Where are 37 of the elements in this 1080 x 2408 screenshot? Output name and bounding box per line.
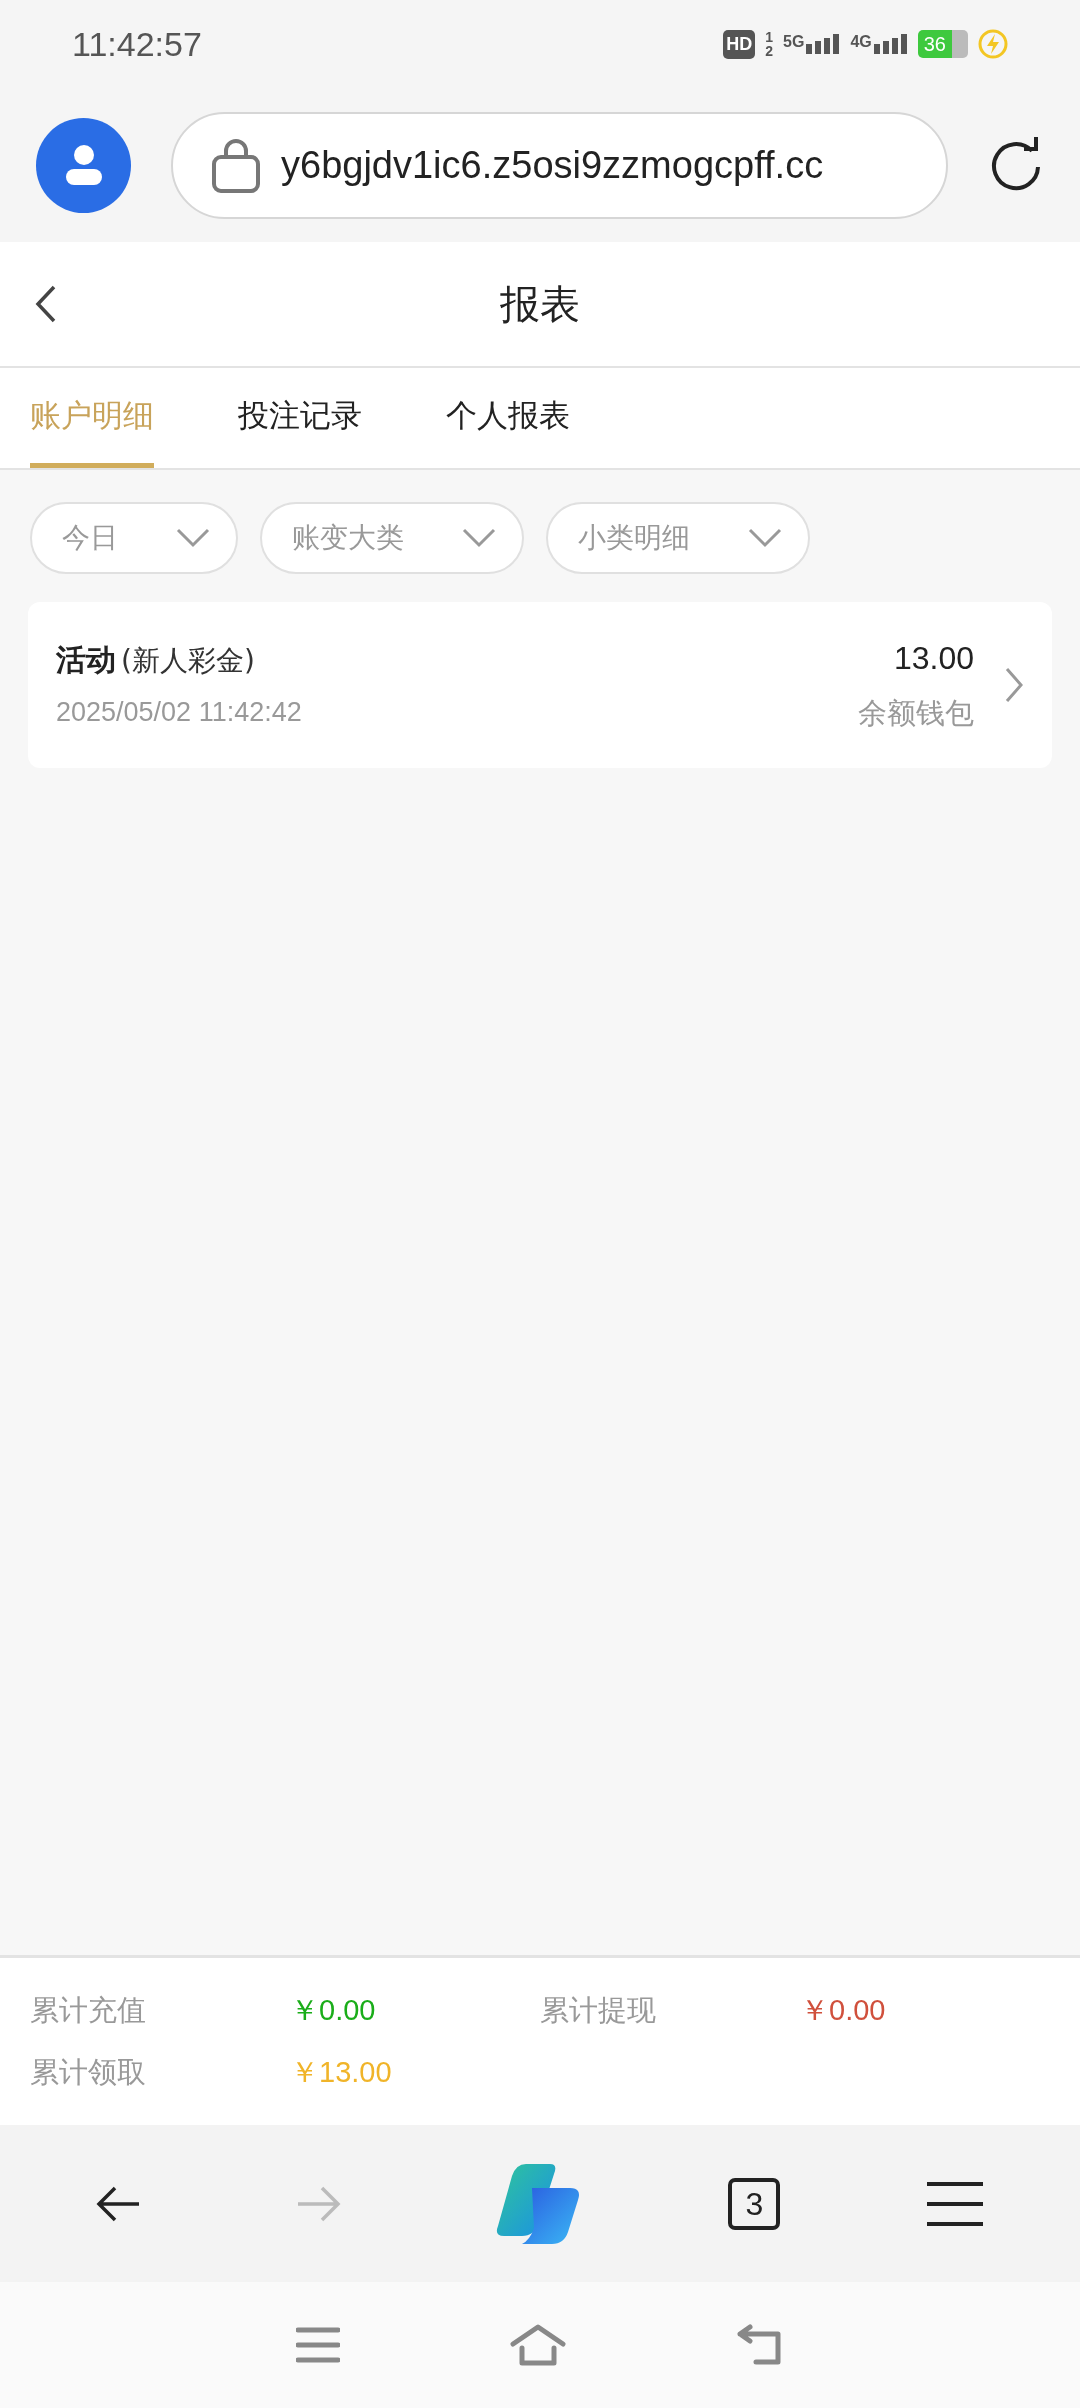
- chevron-down-icon: [748, 528, 782, 548]
- back-icon[interactable]: [34, 284, 58, 324]
- lock-icon: [211, 137, 261, 193]
- tab[interactable]: 个人报表: [446, 368, 570, 468]
- summary-value: ￥13.00: [290, 2054, 393, 2090]
- record-amount: 13.00: [893, 639, 974, 679]
- chevron-right-icon: [1004, 666, 1024, 704]
- tab-count-button[interactable]: 3: [728, 2177, 781, 2230]
- summary-label: 累计领取: [30, 2053, 147, 2091]
- signal-icon: [806, 34, 841, 54]
- summary-value: ￥0.00: [800, 1993, 887, 2028]
- summary-label: 累计充值: [30, 1992, 147, 2029]
- home-icon[interactable]: [510, 2324, 566, 2366]
- record-card[interactable]: 活动 (新人彩金) 2025/05/02 11:42:42 13.00 余额钱包: [28, 602, 1052, 768]
- menu-icon[interactable]: [924, 2179, 985, 2228]
- hd-label: HD: [723, 29, 756, 59]
- chevron-down-icon: [462, 528, 496, 548]
- tab[interactable]: 投注记录: [238, 368, 362, 468]
- signal-icon: [873, 34, 908, 54]
- battery-indicator: 36: [917, 30, 968, 58]
- summary-value: ￥0.00: [290, 1993, 377, 2028]
- status-time: 11:42:57: [72, 23, 202, 65]
- record-title: 活动: [56, 642, 116, 678]
- page-title: 报表: [500, 280, 580, 329]
- return-icon[interactable]: [736, 2324, 784, 2366]
- url-text: y6bgjdv1ic6.z5osi9zzmogcpff.cc: [281, 142, 824, 188]
- summary-label: 累计提现: [540, 1992, 657, 2029]
- sim-slot-label: 1: [765, 30, 774, 44]
- sim-slot-label: 2: [765, 44, 774, 58]
- person-icon: [63, 143, 104, 187]
- network-label: 4G: [850, 34, 872, 50]
- chevron-down-icon: [176, 528, 210, 548]
- record-subtitle: (新人彩金): [121, 644, 255, 678]
- record-time: 2025/05/02 11:42:42: [56, 696, 303, 730]
- network-label: 5G: [783, 34, 805, 50]
- address-bar[interactable]: y6bgjdv1ic6.z5osi9zzmogcpff.cc: [171, 111, 948, 219]
- wallet-label: 余额钱包: [858, 695, 974, 733]
